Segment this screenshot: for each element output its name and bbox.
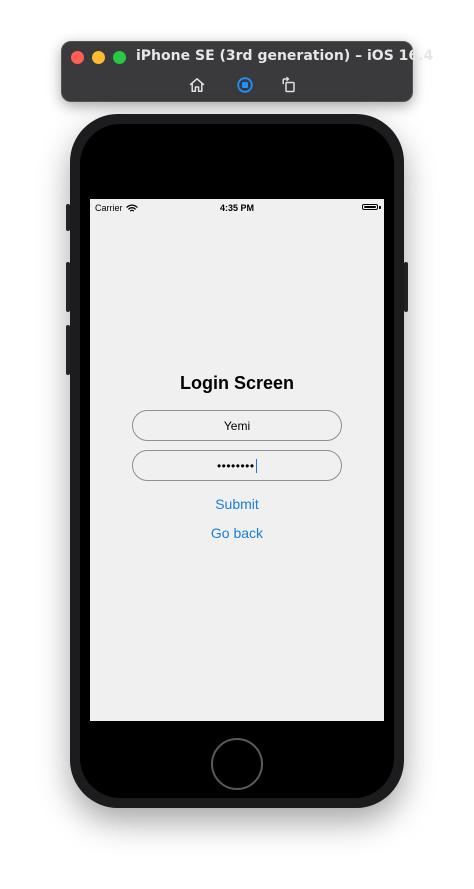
submit-button[interactable]: Submit (90, 496, 384, 512)
status-time: 4:35 PM (219, 203, 254, 213)
username-value: Yemi (223, 418, 251, 433)
go-back-button[interactable]: Go back (90, 525, 384, 541)
window-minimize-button[interactable] (92, 51, 105, 64)
text-cursor (255, 458, 258, 473)
home-icon (189, 78, 205, 92)
page-title: Login Screen (179, 373, 295, 393)
stage: iPhone SE (3rd generation) – iOS 16.4 Ca… (0, 0, 474, 889)
simulator-toolbar: iPhone SE (3rd generation) – iOS 16.4 (61, 41, 433, 102)
screenshot-icon (237, 77, 253, 93)
simulator-rotate-button[interactable] (279, 75, 299, 95)
phone-power-button (404, 262, 408, 312)
password-field[interactable]: •••••••• (132, 450, 342, 481)
battery-level (364, 206, 376, 208)
password-content: •••••••• (216, 458, 258, 473)
device-screen: Carrier 4:35 PM Login Screen Yemi ••••••… (90, 199, 384, 721)
battery-cap (379, 206, 381, 209)
phone-home-button[interactable] (211, 738, 263, 790)
status-bar: Carrier 4:35 PM (90, 199, 384, 217)
username-field[interactable]: Yemi (132, 410, 342, 441)
simulator-title: iPhone SE (3rd generation) – iOS 16.4 (136, 48, 434, 64)
window-zoom-button[interactable] (113, 51, 126, 64)
simulator-screenshot-button[interactable] (235, 75, 255, 95)
window-close-button[interactable] (71, 51, 84, 64)
password-value: •••••••• (216, 458, 255, 473)
simulator-home-button[interactable] (187, 75, 207, 95)
battery-icon (362, 204, 378, 210)
rotate-icon (282, 76, 295, 93)
